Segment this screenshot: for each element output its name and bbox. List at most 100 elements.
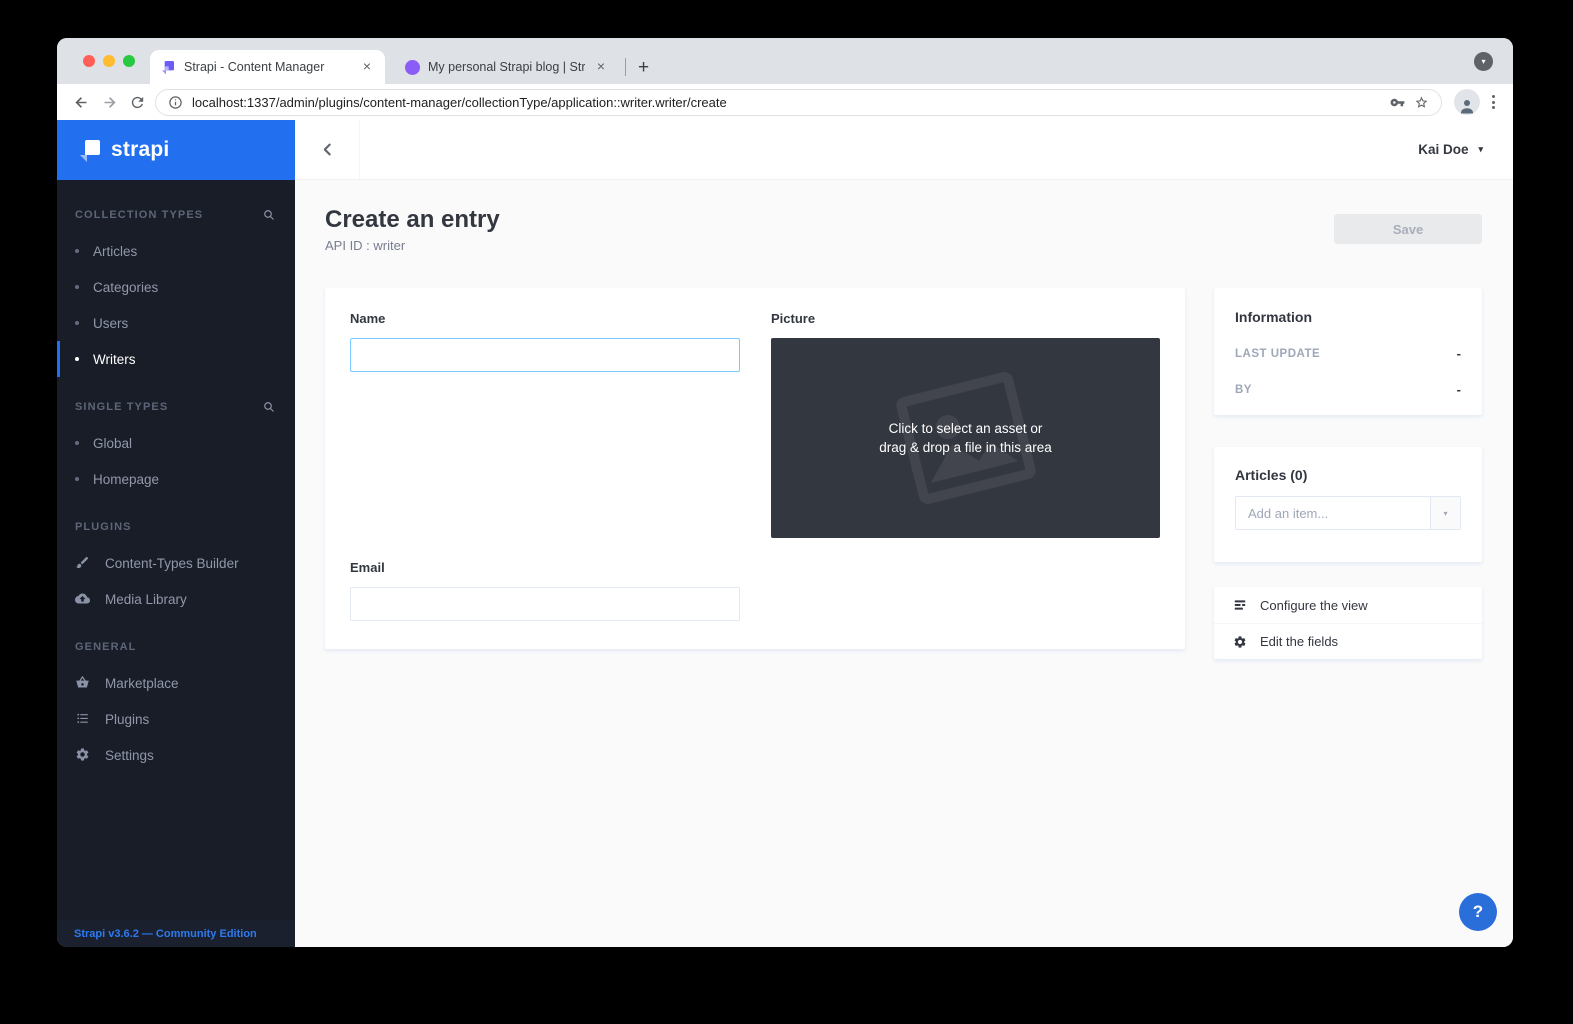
sidebar-item-label: Settings	[105, 748, 154, 763]
configure-view-link[interactable]: Configure the view	[1214, 587, 1482, 623]
sidebar-item-plugins[interactable]: Plugins	[57, 701, 295, 737]
view-links-card: Configure the view Edit the fields	[1214, 587, 1482, 659]
picture-dropzone[interactable]: Click to select an asset or drag & drop …	[771, 338, 1160, 538]
section-plugins: PLUGINS Content-Types Builder Media Libr…	[57, 514, 295, 617]
sidebar-item-marketplace[interactable]: Marketplace	[57, 665, 295, 701]
gear-icon	[1233, 635, 1247, 649]
tab-close-icon[interactable]: ×	[359, 59, 375, 75]
sidebar-item-global[interactable]: Global	[57, 425, 295, 461]
tab-strip: Strapi - Content Manager × My personal S…	[57, 38, 1513, 84]
tab-strapi-content-manager[interactable]: Strapi - Content Manager ×	[150, 50, 385, 84]
layout-bars-icon	[1233, 598, 1247, 612]
new-tab-button[interactable]: +	[632, 57, 655, 79]
bullet-icon	[75, 249, 79, 253]
reload-button[interactable]	[123, 88, 151, 116]
tab-divider	[625, 58, 626, 76]
dropzone-text-line2: drag & drop a file in this area	[879, 438, 1052, 457]
tab-title: Strapi - Content Manager	[184, 60, 351, 74]
page-subtitle: API ID : writer	[325, 238, 1482, 253]
forward-button[interactable]	[95, 88, 123, 116]
tab-strapi-blog[interactable]: My personal Strapi blog | Strap ×	[395, 50, 619, 84]
minimize-window-button[interactable]	[103, 55, 115, 67]
page-title: Create an entry	[325, 206, 1482, 234]
sidebar-item-label: Articles	[93, 244, 137, 259]
page-content: Create an entry API ID : writer Save Nam…	[295, 180, 1513, 947]
articles-relation-select[interactable]: ▾	[1235, 496, 1461, 530]
info-value: -	[1457, 346, 1461, 361]
sidebar-item-settings[interactable]: Settings	[57, 737, 295, 773]
browser-toolbar: localhost:1337/admin/plugins/content-man…	[57, 84, 1513, 120]
page-info-icon[interactable]	[168, 95, 183, 110]
bullet-icon	[75, 357, 79, 361]
profile-avatar[interactable]	[1454, 89, 1480, 115]
sidebar-item-label: Plugins	[105, 712, 149, 727]
close-window-button[interactable]	[83, 55, 95, 67]
page-header: Create an entry API ID : writer Save	[325, 206, 1482, 253]
password-key-icon[interactable]	[1390, 95, 1405, 110]
sidebar-item-content-types-builder[interactable]: Content-Types Builder	[57, 545, 295, 581]
person-icon	[1458, 97, 1476, 115]
tab-close-icon[interactable]: ×	[593, 59, 609, 75]
name-field-group: Name	[350, 311, 740, 372]
chevron-down-icon: ▾	[1481, 57, 1485, 66]
search-icon[interactable]	[263, 401, 275, 413]
bullet-icon	[75, 477, 79, 481]
sidebar-item-media-library[interactable]: Media Library	[57, 581, 295, 617]
information-title: Information	[1235, 309, 1461, 325]
info-label: LAST UPDATE	[1235, 348, 1320, 360]
right-panel: Information LAST UPDATE - BY - Arti	[1214, 288, 1482, 659]
address-bar[interactable]: localhost:1337/admin/plugins/content-man…	[155, 89, 1442, 116]
back-button[interactable]	[67, 88, 95, 116]
help-button[interactable]: ?	[1459, 893, 1497, 931]
tab-search-button[interactable]: ▾	[1474, 52, 1493, 71]
basket-icon	[75, 675, 91, 691]
info-row-by: BY -	[1235, 382, 1461, 397]
edit-fields-link[interactable]: Edit the fields	[1214, 623, 1482, 659]
section-single-types: SINGLE TYPES Global Homepage	[57, 394, 295, 497]
info-value: -	[1457, 382, 1461, 397]
url-text: localhost:1337/admin/plugins/content-man…	[192, 95, 1381, 110]
user-menu[interactable]: Kai Doe ▾	[1418, 142, 1513, 157]
strapi-version-link[interactable]: Strapi v3.6.2 — Community Edition	[57, 920, 295, 947]
sidebar-item-articles[interactable]: Articles	[57, 233, 295, 269]
strapi-favicon-icon	[160, 59, 176, 75]
bookmark-star-icon[interactable]	[1414, 95, 1429, 110]
dropdown-caret-button[interactable]: ▾	[1430, 497, 1460, 529]
section-title-label: GENERAL	[75, 641, 136, 653]
sidebar-item-users[interactable]: Users	[57, 305, 295, 341]
strapi-logo[interactable]: strapi	[57, 120, 295, 180]
entry-form-card: Name Email Picture	[325, 288, 1185, 649]
section-title-label: COLLECTION TYPES	[75, 209, 203, 221]
browser-menu-kebab-icon[interactable]	[1484, 89, 1503, 115]
sidebar-item-homepage[interactable]: Homepage	[57, 461, 295, 497]
user-name: Kai Doe	[1418, 142, 1468, 157]
main-area: Kai Doe ▾ Create an entry API ID : write…	[295, 120, 1513, 947]
gear-icon	[75, 747, 91, 763]
save-button[interactable]: Save	[1334, 214, 1482, 244]
sidebar-item-label: Marketplace	[105, 676, 179, 691]
name-input[interactable]	[350, 338, 740, 372]
sidebar: strapi COLLECTION TYPES Articles Categor…	[57, 120, 295, 947]
zoom-window-button[interactable]	[123, 55, 135, 67]
caret-down-icon: ▾	[1443, 509, 1447, 518]
articles-relation-card: Articles (0) ▾	[1214, 447, 1482, 562]
sidebar-item-label: Media Library	[105, 592, 187, 607]
link-label: Edit the fields	[1260, 634, 1338, 649]
chevron-left-icon	[321, 143, 334, 156]
add-item-input[interactable]	[1236, 497, 1430, 529]
sidebar-item-writers[interactable]: Writers	[57, 341, 295, 377]
sidebar-item-label: Writers	[93, 352, 136, 367]
sidebar-item-categories[interactable]: Categories	[57, 269, 295, 305]
list-icon	[75, 711, 91, 727]
browser-window: Strapi - Content Manager × My personal S…	[57, 38, 1513, 947]
email-input[interactable]	[350, 587, 740, 621]
section-collection-types: COLLECTION TYPES Articles Categories Use…	[57, 202, 295, 377]
strapi-app: strapi COLLECTION TYPES Articles Categor…	[57, 120, 1513, 947]
go-back-button[interactable]	[295, 120, 360, 179]
email-field-label: Email	[350, 560, 740, 575]
picture-field-group: Picture Click to select an asset or drag…	[771, 311, 1160, 621]
search-icon[interactable]	[263, 209, 275, 221]
reload-icon	[129, 94, 146, 111]
dropzone-text-line1: Click to select an asset or	[889, 419, 1043, 438]
picture-field-label: Picture	[771, 311, 1160, 326]
